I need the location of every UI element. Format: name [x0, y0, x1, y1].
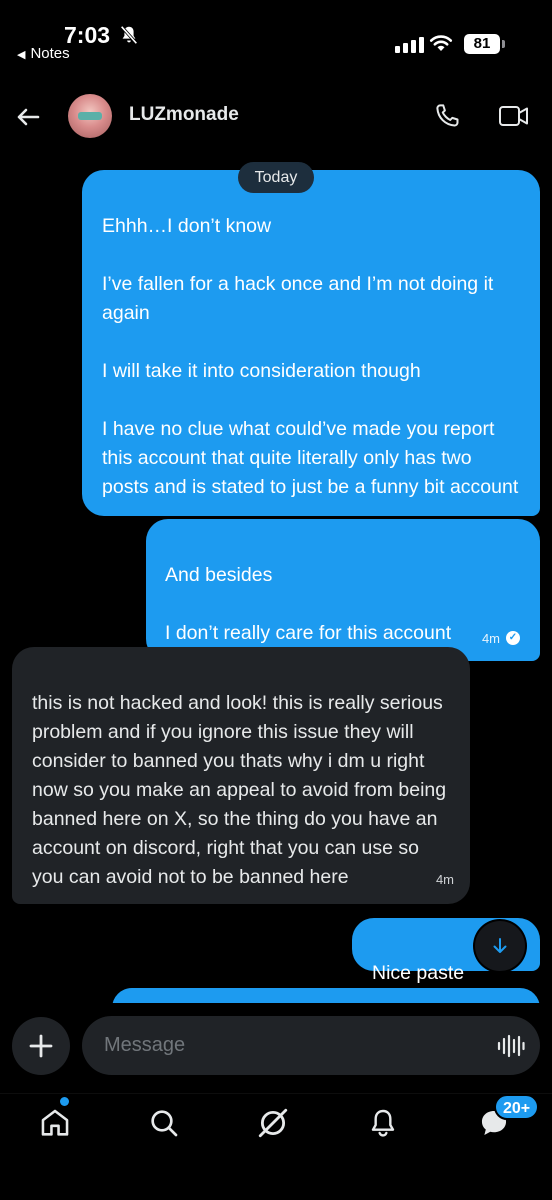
status-time: 7:03: [64, 22, 111, 48]
back-to-app-link[interactable]: ◀ Notes: [17, 45, 70, 62]
unread-dot: [60, 1097, 69, 1106]
contact-name[interactable]: LUZmonade: [129, 104, 239, 126]
notifications-icon: [371, 1109, 395, 1137]
back-arrow-icon[interactable]: [12, 101, 44, 133]
message-time: 4m: [481, 630, 500, 646]
message-composer: [0, 1003, 552, 1093]
message-input[interactable]: [82, 1016, 540, 1075]
status-bar: 7:03 ◀ Notes 81: [0, 0, 552, 72]
messages-badge: 20+: [494, 1094, 540, 1120]
message-text: Ehhh…I don’t know I’ve fallen for a hack…: [102, 215, 519, 498]
battery-indicator: 81: [464, 34, 505, 54]
message-text: Nice paste: [372, 962, 465, 984]
add-attachment-button[interactable]: [12, 1017, 70, 1075]
tab-home[interactable]: [34, 1102, 76, 1144]
tab-search[interactable]: [143, 1102, 185, 1144]
avatar[interactable]: [68, 94, 112, 138]
bottom-tab-bar: 20+: [0, 1093, 552, 1200]
conversation-header: LUZmonade: [0, 86, 552, 146]
date-separator: Today: [238, 162, 314, 193]
bell-muted-icon: [120, 25, 138, 45]
scroll-to-bottom-button[interactable]: [475, 921, 525, 971]
message-time: 4m: [435, 872, 454, 887]
message-bubble-incoming[interactable]: this is not hacked and look! this is rea…: [12, 647, 470, 904]
back-triangle-icon: ◀: [17, 49, 26, 61]
cellular-signal-icon: [395, 37, 424, 53]
plus-icon: [29, 1034, 53, 1058]
message-text: And besides I don’t really care for this…: [165, 564, 452, 644]
message-bubble-outgoing[interactable]: Ehhh…I don’t know I’ve fallen for a hack…: [82, 170, 540, 516]
search-icon: [151, 1110, 178, 1137]
home-icon: [41, 1109, 69, 1136]
wifi-icon: [429, 35, 453, 51]
back-app-label: Notes: [30, 45, 70, 62]
message-text: this is not hacked and look! this is rea…: [32, 692, 447, 888]
arrow-down-icon: [493, 938, 507, 953]
grok-icon: [258, 1108, 288, 1138]
message-meta: 4m: [436, 873, 454, 886]
voice-message-icon[interactable]: [497, 1034, 525, 1058]
message-bubble-outgoing[interactable]: And besides I don’t really care for this…: [146, 519, 540, 661]
tab-notifications[interactable]: [362, 1102, 404, 1144]
read-check-icon: ✓: [506, 631, 520, 645]
phone-icon[interactable]: [432, 101, 462, 131]
message-meta: 4m ✓: [482, 631, 520, 645]
video-call-icon[interactable]: [498, 103, 530, 129]
tab-grok[interactable]: [252, 1102, 294, 1144]
